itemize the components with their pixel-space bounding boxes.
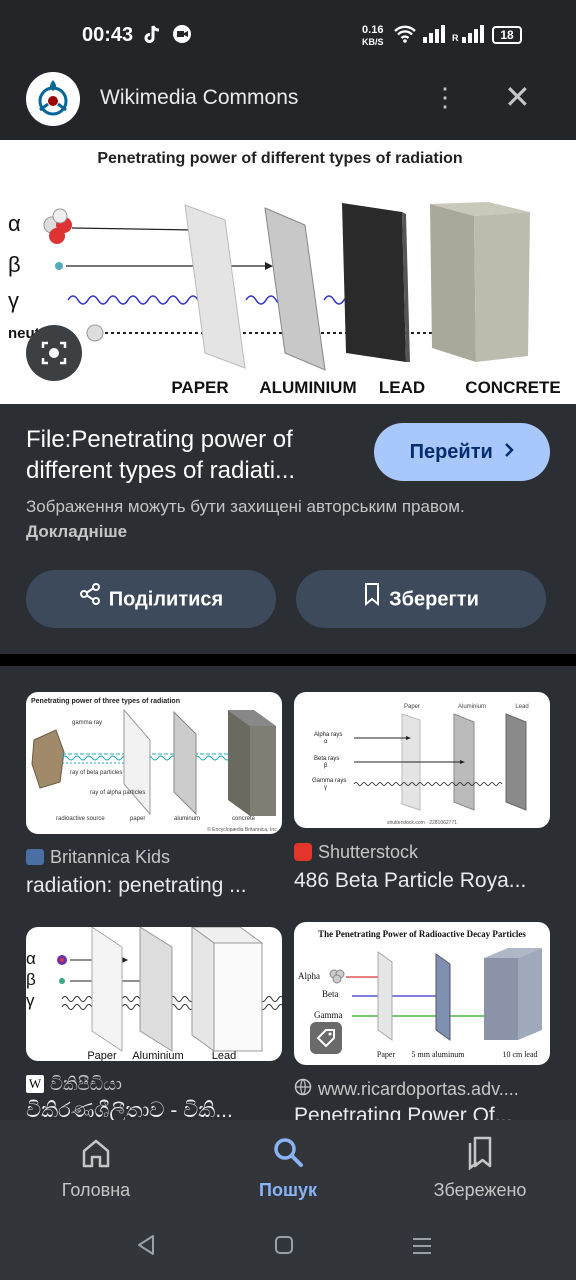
chevron-right-icon: [504, 423, 515, 481]
search-icon: [272, 1136, 304, 1173]
bottom-navigation: Головна Пошук Збережено: [0, 1120, 576, 1220]
paper-label: PAPER: [171, 378, 228, 397]
wifi-icon: [393, 24, 417, 49]
nav-home[interactable]: Головна: [0, 1120, 192, 1220]
screen-record-icon: [172, 24, 192, 49]
site-title: Wikimedia Commons: [100, 86, 299, 109]
svg-text:β: β: [324, 763, 328, 769]
top-app-bar: Wikimedia Commons ⋮ ✕: [0, 72, 576, 140]
recents-icon[interactable]: [412, 1236, 432, 1261]
related-thumb-1[interactable]: Penetrating power of three types of radi…: [26, 692, 282, 834]
related-thumb-4[interactable]: The Penetrating Power of Radioactive Dec…: [294, 922, 550, 1065]
svg-text:ray of alpha particles: ray of alpha particles: [90, 790, 145, 796]
go-to-site-button[interactable]: Перейти: [374, 423, 550, 481]
image-preview[interactable]: Penetrating power of different types of …: [0, 140, 576, 404]
shutterstock-logo-icon: [294, 843, 312, 862]
net-speed: 0.16 KB/S: [362, 24, 384, 47]
lead-label: LEAD: [379, 378, 425, 397]
share-icon: [79, 571, 101, 629]
related-desc-1[interactable]: radiation: penetrating ...: [26, 874, 282, 898]
svg-text:aluminum: aluminum: [174, 816, 200, 822]
svg-text:© Encyclopædia Britannica, Inc: © Encyclopædia Britannica, Inc.: [207, 826, 278, 833]
share-button[interactable]: Поділитися: [26, 570, 276, 628]
aluminium-label: ALUMINIUM: [259, 378, 356, 397]
back-icon[interactable]: [136, 1234, 156, 1261]
status-bar: 00:43 0.16 KB/S R 18: [0, 0, 576, 72]
svg-text:Beta: Beta: [322, 989, 339, 999]
copyright-notice: Зображення можуть бути захищені авторськ…: [26, 497, 465, 541]
svg-text:Paper: Paper: [87, 1050, 117, 1061]
related-source-1[interactable]: Britannica Kids: [26, 846, 170, 868]
svg-text:Alpha: Alpha: [298, 971, 320, 981]
globe-icon: [294, 1078, 312, 1101]
svg-text:ray of beta particles: ray of beta particles: [70, 770, 122, 776]
beta-label: β: [8, 252, 21, 277]
svg-text:γ: γ: [324, 785, 327, 791]
svg-text:Aluminium: Aluminium: [458, 704, 486, 710]
svg-text:γ: γ: [26, 991, 35, 1010]
svg-text:The Penetrating Power of Radio: The Penetrating Power of Radioactive Dec…: [318, 929, 526, 939]
price-tag-icon[interactable]: [310, 1022, 342, 1054]
svg-text:paper: paper: [130, 816, 145, 822]
close-icon[interactable]: ✕: [504, 78, 531, 116]
related-source-4[interactable]: www.ricardoportas.adv....: [294, 1078, 519, 1101]
learn-more-link[interactable]: Докладніше: [26, 522, 127, 541]
home-icon: [80, 1138, 112, 1173]
concrete-label: CONCRETE: [465, 378, 560, 397]
tiktok-icon: [142, 24, 162, 51]
signal-icon: [422, 24, 446, 49]
svg-text:Lead: Lead: [515, 704, 528, 710]
svg-text:Gamma rays: Gamma rays: [312, 778, 346, 784]
svg-text:Paper: Paper: [404, 704, 420, 710]
home-square-icon[interactable]: [274, 1235, 294, 1260]
related-desc-2[interactable]: 486 Beta Particle Roya...: [294, 869, 550, 893]
more-vert-icon[interactable]: ⋮: [432, 82, 458, 113]
svg-text:concrete: concrete: [232, 816, 256, 822]
svg-text:Lead: Lead: [212, 1050, 236, 1061]
image-title[interactable]: File:Penetrating power of different type…: [26, 424, 356, 486]
svg-text:Paper: Paper: [377, 1050, 396, 1059]
signal-2-icon: [461, 24, 485, 49]
system-navigation-bar: [0, 1220, 576, 1280]
related-thumb-2[interactable]: Paper Aluminium Lead Alpha rays α Beta r…: [294, 692, 550, 828]
gamma-label: γ: [8, 288, 19, 313]
svg-text:Penetrating power of three typ: Penetrating power of three types of radi…: [31, 698, 180, 705]
battery-icon: 18: [492, 26, 522, 44]
svg-text:gamma ray: gamma ray: [72, 720, 102, 726]
related-thumb-3[interactable]: α β γ Paper Aluminium Lead: [26, 927, 282, 1061]
save-button[interactable]: Зберегти: [296, 570, 546, 628]
svg-text:α: α: [26, 949, 36, 968]
svg-text:Aluminium: Aluminium: [132, 1050, 183, 1061]
svg-text:α: α: [324, 739, 328, 745]
svg-text:Alpha rays: Alpha rays: [314, 732, 342, 738]
bookmarks-icon: [464, 1136, 496, 1175]
svg-text:Gamma: Gamma: [314, 1010, 343, 1020]
related-source-2[interactable]: Shutterstock: [294, 841, 418, 863]
wikimedia-logo-icon: [26, 72, 80, 126]
svg-text:Beta rays: Beta rays: [314, 756, 339, 762]
related-source-3[interactable]: W විකිපීඩියා: [26, 1073, 122, 1095]
preview-title: Penetrating power of different types of …: [97, 150, 462, 167]
svg-text:5 mm aluminum: 5 mm aluminum: [412, 1050, 466, 1059]
section-divider: [0, 654, 576, 666]
nav-saved[interactable]: Збережено: [384, 1120, 576, 1220]
svg-text:10 cm lead: 10 cm lead: [502, 1050, 537, 1059]
britannica-logo-icon: [26, 849, 44, 866]
nav-search[interactable]: Пошук: [192, 1120, 384, 1220]
svg-text:radioactive source: radioactive source: [56, 816, 105, 822]
clock: 00:43: [82, 24, 134, 46]
svg-text:β: β: [26, 970, 36, 989]
bookmark-icon: [363, 571, 381, 629]
svg-text:shutterstock.com · 2281062771: shutterstock.com · 2281062771: [387, 820, 457, 826]
alpha-label: α: [8, 211, 21, 236]
wikipedia-logo-icon: W: [26, 1075, 44, 1094]
lens-search-icon[interactable]: [26, 325, 82, 381]
roaming-icon: R: [452, 33, 459, 43]
